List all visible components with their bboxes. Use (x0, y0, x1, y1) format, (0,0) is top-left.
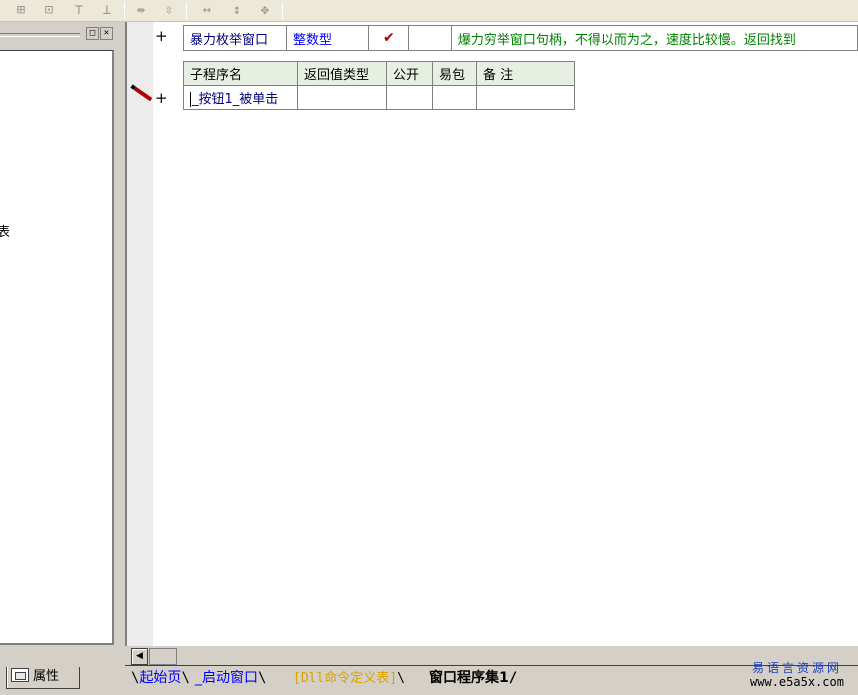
toolbar-separator (124, 2, 125, 19)
public-cell[interactable] (386, 85, 433, 110)
watermark-name: 易语言资源网 (751, 661, 842, 675)
subroutine-name: _按钮1_被单击 (192, 92, 279, 107)
tab-window-assembly[interactable]: 窗口程序集1/ (425, 666, 521, 691)
scroll-left-icon[interactable]: ◀ (131, 648, 148, 665)
col-header-subroutine-name: 子程序名 (183, 61, 298, 86)
variable-table: 暴力枚举窗口 整数型 ✔ 爆力穷举窗口句柄，不得以而为之，速度比较慢。返回找到 (183, 25, 858, 51)
watermark: 易语言资源网 www.e5a5x.com (742, 661, 852, 689)
toolbar: ⊞ ⊡ ⊤ ⊥ ⇹ ⇳ ↔ ↕ ✥ (0, 0, 858, 22)
ide-window: ⊞ ⊡ ⊤ ⊥ ⇹ ⇳ ↔ ↕ ✥ □ ✕ 表 属性 + + 暴力枚举窗口 整数… (0, 0, 858, 695)
left-panel: □ ✕ 表 (0, 22, 121, 660)
subroutine-table: 子程序名 返回值类型 公开 易包 备 注 _按钮1_被单击 (183, 61, 575, 110)
watermark-url: www.e5a5x.com (750, 675, 844, 689)
same-size-icon[interactable]: ✥ (254, 1, 276, 20)
note-cell[interactable] (476, 85, 575, 110)
align-center-icon[interactable]: ⊡ (38, 1, 60, 20)
properties-tab-label: 属性 (33, 669, 60, 684)
align-middle-icon[interactable]: ⊥ (96, 1, 118, 20)
text-caret (190, 92, 191, 107)
same-width-icon[interactable]: ↔ (196, 1, 218, 20)
variable-empty-cell[interactable] (408, 25, 452, 51)
expand-subroutine-icon[interactable]: + (155, 89, 168, 107)
expand-variable-icon[interactable]: + (155, 27, 168, 45)
tree-item-cut-text: 表 (0, 225, 11, 240)
easy-package-cell[interactable] (432, 85, 477, 110)
return-type-cell[interactable] (297, 85, 387, 110)
editor-gutter (127, 22, 153, 646)
toolbar-separator (282, 2, 283, 19)
spacing-vertical-icon[interactable]: ⇳ (158, 1, 180, 20)
table-row: _按钮1_被单击 (183, 85, 575, 110)
spacing-horizontal-icon[interactable]: ⇹ (130, 1, 152, 20)
scroll-thumb[interactable] (149, 648, 177, 665)
left-panel-tree[interactable]: 表 (0, 50, 114, 645)
table-header-row: 子程序名 返回值类型 公开 易包 备 注 (183, 61, 575, 86)
variable-note-cell[interactable]: 爆力穷举窗口句柄，不得以而为之，速度比较慢。返回找到 (450, 25, 858, 51)
code-editor[interactable]: + + 暴力枚举窗口 整数型 ✔ 爆力穷举窗口句柄，不得以而为之，速度比较慢。返… (125, 22, 858, 646)
maximize-icon[interactable]: □ (86, 27, 99, 40)
subroutine-name-cell[interactable]: _按钮1_被单击 (183, 85, 298, 110)
toolbar-separator (186, 2, 187, 19)
col-header-return-type: 返回值类型 (297, 61, 387, 86)
tab-startup-window[interactable]: _启动窗口\ (191, 666, 270, 691)
tab-start-page[interactable]: \起始页\ (127, 666, 194, 691)
same-height-icon[interactable]: ↕ (226, 1, 248, 20)
properties-tab[interactable]: 属性 (6, 667, 80, 689)
variable-type-cell[interactable]: 整数型 (285, 25, 370, 51)
variable-name-cell[interactable]: 暴力枚举窗口 (183, 25, 287, 51)
align-grid-icon[interactable]: ⊞ (10, 1, 32, 20)
properties-icon (11, 668, 29, 682)
align-top-icon[interactable]: ⊤ (68, 1, 90, 20)
col-header-easy-package: 易包 (432, 61, 477, 86)
left-panel-header: □ ✕ (0, 24, 121, 46)
col-header-note: 备 注 (476, 61, 575, 86)
check-icon[interactable]: ✔ (368, 25, 410, 51)
close-icon[interactable]: ✕ (100, 27, 113, 40)
table-row: 暴力枚举窗口 整数型 ✔ 爆力穷举窗口句柄，不得以而为之，速度比较慢。返回找到 (183, 25, 858, 51)
col-header-public: 公开 (386, 61, 433, 86)
tab-dll-commands[interactable]: [Dll命令定义表]\ (289, 666, 409, 691)
